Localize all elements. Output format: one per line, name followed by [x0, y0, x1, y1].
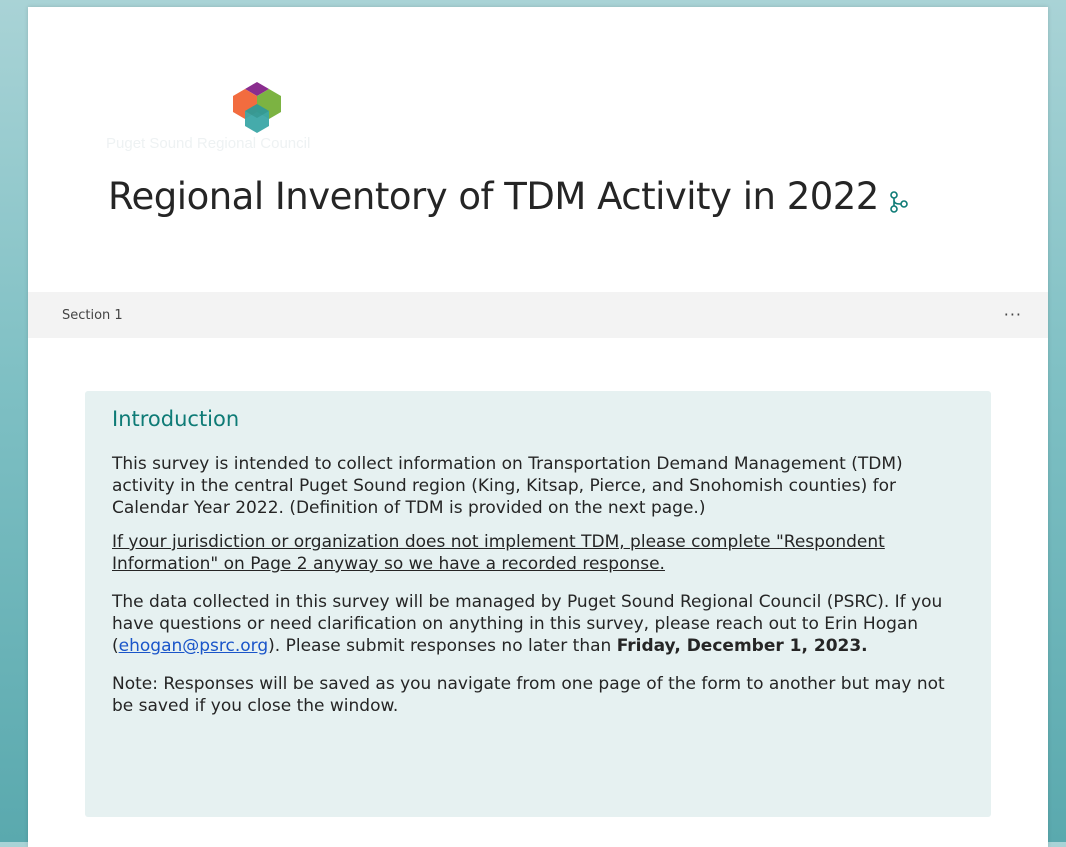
form-title-text: Regional Inventory of TDM Activity in 20…	[108, 175, 879, 218]
contact-email-link[interactable]: ehogan@psrc.org	[119, 636, 269, 656]
contact-text-b: ). Please submit responses no later than	[268, 636, 617, 656]
intro-heading: Introduction	[112, 407, 240, 431]
intro-panel: Introduction This survey is intended to …	[85, 391, 991, 817]
more-options-button[interactable]: ···	[1004, 307, 1022, 323]
deadline-text: Friday, December 1, 2023.	[616, 636, 868, 656]
form-card: Puget Sound Regional Council Regional In…	[28, 7, 1048, 847]
org-logo: Puget Sound Regional Council	[106, 80, 336, 156]
section-label: Section 1	[62, 307, 123, 323]
logo-mark-icon	[233, 82, 281, 133]
org-name-wordmark: Puget Sound Regional Council	[106, 135, 311, 152]
section-header: Section 1 ···	[28, 292, 1048, 338]
intro-paragraph-respondent-note: If your jurisdiction or organization doe…	[112, 532, 885, 574]
intro-paragraph-save-note: Note: Responses will be saved as you nav…	[112, 674, 945, 716]
intro-paragraph-purpose: This survey is intended to collect infor…	[112, 454, 903, 518]
form-title: Regional Inventory of TDM Activity in 20…	[108, 175, 909, 220]
branch-icon[interactable]	[889, 179, 909, 222]
intro-paragraph-contact: The data collected in this survey will b…	[112, 591, 965, 657]
